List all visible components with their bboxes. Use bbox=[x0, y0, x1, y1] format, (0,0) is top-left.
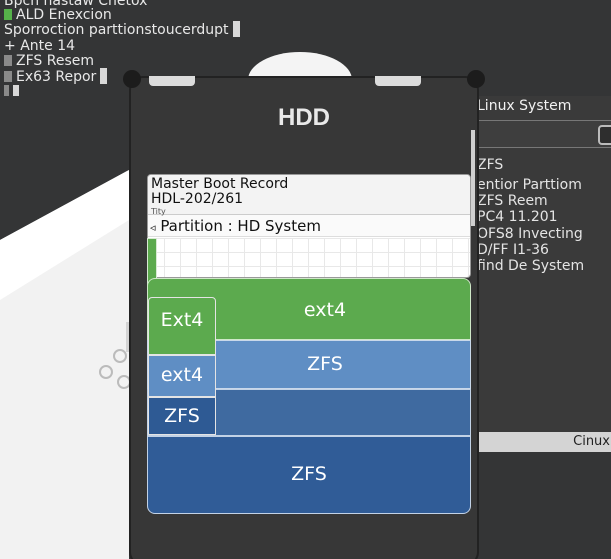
square-icon bbox=[4, 85, 9, 96]
terminal-line: Sporroction parttionstoucerdupt bbox=[4, 21, 240, 37]
status-square-icon bbox=[4, 9, 12, 20]
side-line: entior Parttiom bbox=[477, 177, 582, 193]
panel-top-tab bbox=[149, 76, 195, 86]
side-toolbar bbox=[473, 120, 611, 148]
side-line: ZFS Reem bbox=[477, 193, 548, 209]
square-icon bbox=[13, 85, 19, 96]
cursor-icon bbox=[232, 21, 240, 37]
partition-label: ZFS bbox=[291, 463, 327, 485]
terminal-line: + Ante 14 bbox=[4, 38, 76, 54]
side-footer-label: Cinux bbox=[573, 434, 610, 449]
side-line: ZFS bbox=[477, 157, 504, 173]
side-window: Linux System ZFS entior Parttiom ZFS Ree… bbox=[472, 96, 611, 452]
side-line: OFS8 Invecting bbox=[477, 226, 583, 242]
terminal-line: ZFS Resem bbox=[4, 54, 94, 68]
panel-title: HDD bbox=[278, 104, 330, 131]
side-line: find De System bbox=[477, 258, 585, 274]
side-line: D/FF I1-36 bbox=[477, 242, 549, 258]
mini-block-zfs[interactable]: ZFS bbox=[148, 397, 216, 435]
terminal-line: Ex63 Repor bbox=[4, 68, 108, 84]
scrollbar[interactable] bbox=[471, 130, 475, 226]
disk-info-card: Master Boot Record HDL-202/261 Tity ◃ Pa… bbox=[147, 174, 471, 278]
corner bbox=[123, 70, 141, 88]
cursor-icon bbox=[100, 68, 108, 84]
partition-label: Partition : HD System bbox=[160, 217, 321, 235]
mini-block-ext4[interactable]: Ext4 bbox=[148, 297, 216, 355]
side-window-footer: Cinux bbox=[473, 432, 611, 452]
terminal-line: ALD Enexcion bbox=[4, 8, 112, 22]
hdd-panel: HDD Master Boot Record HDL-202/261 Tity … bbox=[123, 70, 485, 559]
side-window-button[interactable] bbox=[598, 125, 611, 145]
square-icon bbox=[4, 55, 12, 66]
card-grid bbox=[148, 238, 470, 277]
panel-top-tab bbox=[375, 76, 421, 86]
side-window-title: Linux System bbox=[477, 98, 572, 114]
card-model: HDL-202/261 bbox=[151, 191, 244, 207]
partition-row[interactable]: ◃ Partition : HD System bbox=[148, 215, 470, 237]
square-icon bbox=[4, 71, 12, 82]
terminal-cursor-row bbox=[4, 84, 23, 98]
arrow-left-icon[interactable]: ◃ bbox=[150, 221, 156, 234]
plus-icon: + bbox=[4, 38, 21, 54]
card-title: Master Boot Record bbox=[151, 176, 289, 192]
partition-zfs-large[interactable]: ZFS bbox=[147, 436, 471, 514]
side-line: PC4 11.201 bbox=[477, 209, 558, 225]
mini-block-ext4-secondary[interactable]: ext4 bbox=[148, 355, 216, 397]
corner bbox=[467, 70, 485, 88]
card-header: Master Boot Record HDL-202/261 Tity bbox=[148, 175, 470, 216]
